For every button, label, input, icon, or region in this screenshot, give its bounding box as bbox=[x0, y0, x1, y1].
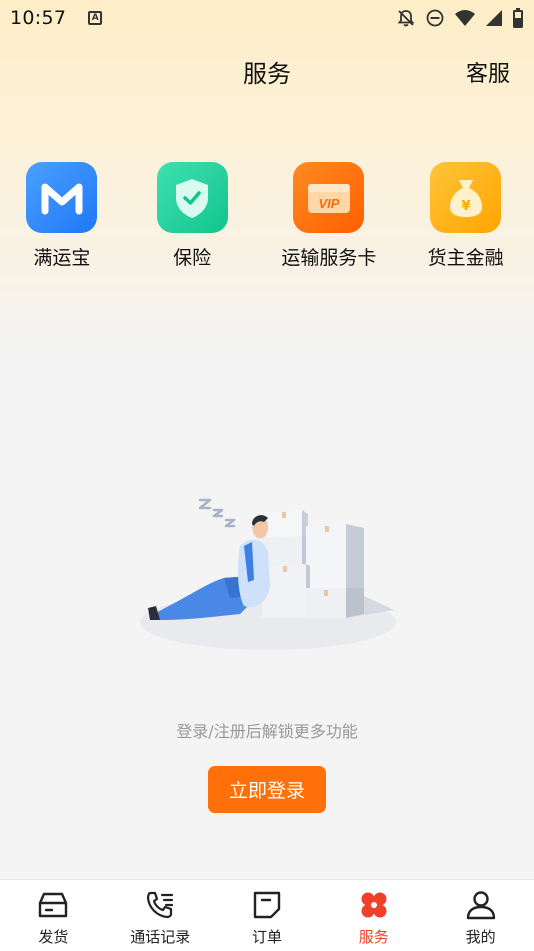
status-time: 10:57 bbox=[10, 7, 67, 29]
nav-item-services[interactable]: 服务 bbox=[320, 880, 427, 951]
nav-item-call-log[interactable]: 通话记录 bbox=[107, 880, 214, 951]
battery-icon bbox=[513, 8, 523, 28]
nav-label: 订单 bbox=[251, 928, 282, 946]
service-label: 运输服务卡 bbox=[281, 247, 377, 269]
service-item-finance[interactable]: ¥ 货主金融 bbox=[397, 162, 534, 270]
status-icons bbox=[396, 8, 524, 28]
box-icon bbox=[36, 888, 70, 922]
bottom-nav: 发货 通话记录 订单 服务 我的 bbox=[0, 879, 534, 951]
money-bag-icon: ¥ bbox=[430, 162, 502, 233]
page-header: 服务 客服 bbox=[0, 44, 534, 96]
service-item-manyunbao[interactable]: 满运宝 bbox=[0, 162, 124, 270]
nav-item-ship[interactable]: 发货 bbox=[0, 880, 107, 951]
nav-item-orders[interactable]: 订单 bbox=[214, 880, 321, 951]
service-label: 货主金融 bbox=[427, 247, 504, 269]
nav-label: 我的 bbox=[465, 928, 496, 946]
svg-text:VIP: VIP bbox=[318, 196, 339, 211]
user-icon bbox=[464, 888, 498, 922]
m-logo-icon bbox=[26, 162, 98, 233]
notification-a-icon: A bbox=[88, 11, 103, 25]
services-icon bbox=[357, 888, 391, 922]
cellular-icon bbox=[486, 10, 502, 26]
service-label: 保险 bbox=[173, 247, 212, 269]
svg-text:¥: ¥ bbox=[461, 199, 470, 214]
order-icon bbox=[250, 888, 284, 922]
shield-check-icon bbox=[156, 162, 228, 233]
status-bar: 10:57 A bbox=[0, 0, 534, 36]
nav-item-me[interactable]: 我的 bbox=[427, 880, 534, 951]
phone-list-icon bbox=[143, 888, 177, 922]
vip-card-icon: VIP bbox=[293, 162, 365, 233]
page-title: 服务 bbox=[243, 60, 291, 88]
sleeping-man-illustration bbox=[140, 498, 396, 650]
dnd-icon bbox=[426, 9, 444, 27]
nav-label: 服务 bbox=[358, 928, 389, 946]
login-button[interactable]: 立即登录 bbox=[208, 766, 326, 813]
service-item-insurance[interactable]: 保险 bbox=[124, 162, 261, 270]
nav-label: 发货 bbox=[38, 928, 69, 946]
bell-off-icon bbox=[397, 10, 415, 27]
customer-service-link[interactable]: 客服 bbox=[466, 56, 510, 88]
empty-state-message: 登录/注册后解锁更多功能 bbox=[176, 722, 358, 741]
services-grid: 满运宝 保险 VIP 运输服务卡 ¥ 货主金融 bbox=[0, 162, 534, 270]
service-item-transport-card[interactable]: VIP 运输服务卡 bbox=[261, 162, 398, 270]
nav-label: 通话记录 bbox=[130, 928, 191, 946]
service-label: 满运宝 bbox=[33, 247, 91, 269]
wifi-icon bbox=[455, 10, 475, 26]
